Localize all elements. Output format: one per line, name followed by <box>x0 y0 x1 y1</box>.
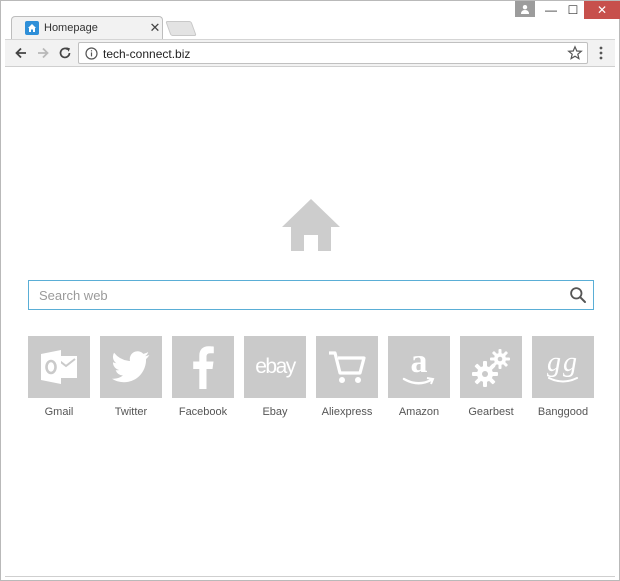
tile-icon-box[interactable] <box>460 336 522 398</box>
user-profile-icon[interactable] <box>515 1 535 17</box>
shortcut-banggood[interactable]: gg Banggood <box>532 336 594 422</box>
info-icon[interactable] <box>85 47 98 60</box>
shortcut-label: Ebay <box>262 406 288 418</box>
shortcut-tiles: Gmail Twitter Facebook ebay Ebay Aliexpr… <box>28 336 598 426</box>
shortcut-label: Banggood <box>537 406 589 418</box>
shortcut-aliexpress[interactable]: Aliexpress <box>316 336 378 422</box>
tile-icon-box[interactable] <box>100 336 162 398</box>
shortcut-label: Amazon <box>398 406 440 418</box>
banggood-icon: gg <box>547 347 579 378</box>
search-box <box>28 280 594 310</box>
banggood-smile-icon <box>548 377 578 383</box>
back-arrow-icon[interactable] <box>11 43 31 63</box>
reload-icon[interactable] <box>55 43 75 63</box>
facebook-icon <box>193 346 214 389</box>
tile-icon-box[interactable] <box>172 336 234 398</box>
shortcut-label: Gearbest <box>468 406 514 418</box>
twitter-icon <box>112 351 150 383</box>
tile-icon-box[interactable]: gg <box>532 336 594 398</box>
shortcut-amazon[interactable]: a Amazon <box>388 336 450 422</box>
search-input[interactable] <box>29 281 559 309</box>
tile-icon-box[interactable] <box>316 336 378 398</box>
bookmark-star-icon[interactable] <box>567 45 583 61</box>
new-tab-button[interactable] <box>165 21 197 36</box>
outlook-icon <box>41 350 77 384</box>
url-text[interactable]: tech-connect.biz <box>103 47 190 61</box>
ebay-icon: ebay <box>255 355 296 378</box>
shortcut-gmail[interactable]: Gmail <box>28 336 90 422</box>
browser-toolbar: tech-connect.biz <box>5 39 615 67</box>
shortcut-facebook[interactable]: Facebook <box>172 336 234 422</box>
menu-dots-icon[interactable] <box>594 44 608 62</box>
cart-icon <box>329 351 366 383</box>
tile-icon-box[interactable]: a <box>388 336 450 398</box>
home-logo-icon <box>282 199 340 251</box>
close-window-button[interactable]: ✕ <box>584 1 620 19</box>
title-bar: Homepage ✕ — ☐ ✕ <box>1 1 620 40</box>
home-favicon-icon <box>25 21 39 35</box>
shortcut-label: Twitter <box>114 406 148 418</box>
maximize-button[interactable]: ☐ <box>561 1 585 19</box>
tile-icon-box[interactable] <box>28 336 90 398</box>
address-bar[interactable]: tech-connect.biz <box>78 42 588 64</box>
shortcut-label: Gmail <box>44 406 74 418</box>
tab-close-icon[interactable]: ✕ <box>148 20 162 36</box>
shortcut-ebay[interactable]: ebay Ebay <box>244 336 306 422</box>
page-content: Gmail Twitter Facebook <box>5 67 615 577</box>
shortcut-twitter[interactable]: Twitter <box>100 336 162 422</box>
tab-homepage[interactable]: Homepage ✕ <box>11 16 163 40</box>
search-icon[interactable] <box>569 286 587 304</box>
forward-arrow-icon[interactable] <box>33 43 53 63</box>
gears-icon <box>472 349 510 387</box>
tab-title: Homepage <box>44 22 98 34</box>
minimize-button[interactable]: — <box>539 1 563 19</box>
shortcut-label: Facebook <box>178 406 228 418</box>
tile-icon-box[interactable]: ebay <box>244 336 306 398</box>
shortcut-label: Aliexpress <box>321 406 373 418</box>
amazon-icon: a <box>410 343 428 380</box>
browser-window: Homepage ✕ — ☐ ✕ tech-connect.biz Search… <box>0 0 620 581</box>
amazon-smile-icon <box>402 377 435 385</box>
shortcut-gearbest[interactable]: Gearbest <box>460 336 522 422</box>
